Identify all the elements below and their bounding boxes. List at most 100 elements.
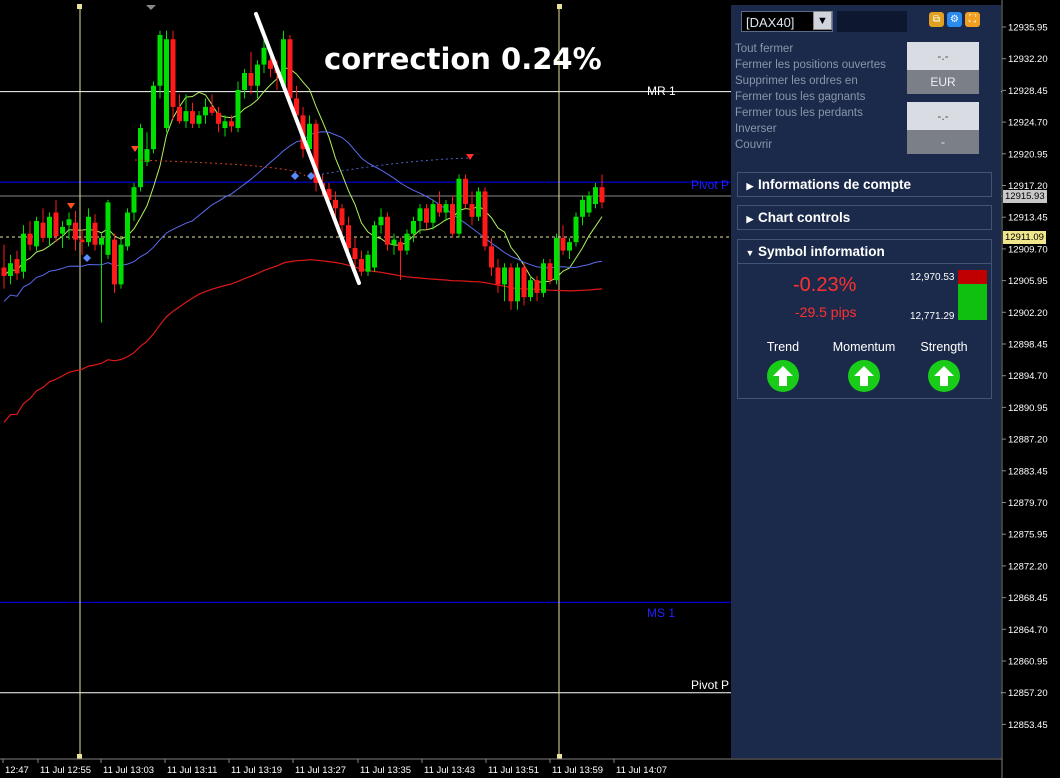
x-tick-label: 11 Jul 12:55: [40, 765, 91, 776]
candle-body: [456, 178, 462, 234]
candle-body: [287, 39, 293, 99]
caret-right-icon: ▶: [746, 214, 754, 224]
y-tick-label: 12924.70: [1008, 118, 1048, 129]
marker-handle[interactable]: [77, 754, 82, 759]
candle-body: [365, 254, 371, 272]
x-tick-label: 11 Jul 13:35: [360, 765, 411, 776]
y-tick-label: 12857.20: [1008, 688, 1048, 699]
candle-body: [521, 267, 527, 298]
candle-body: [534, 280, 540, 293]
section-account-info[interactable]: ▶ Informations de compte: [737, 172, 992, 197]
x-tick-label: 11 Jul 13:43: [424, 765, 475, 776]
y-tick-label: 12872.20: [1008, 561, 1048, 572]
y-tick-label: 12890.95: [1008, 403, 1048, 414]
candle-body: [79, 239, 85, 243]
price-axis[interactable]: 12935.95 12932.20 12928.45 12924.70 12920.95…: [1002, 23, 1048, 731]
candle-body: [47, 216, 52, 238]
y-tick-label: 12860.95: [1008, 657, 1048, 668]
action-close-open[interactable]: Fermer les positions ouvertes: [735, 57, 886, 73]
copy-icon[interactable]: ⧉: [929, 12, 944, 27]
candle-body: [105, 202, 111, 255]
candle-body: [339, 208, 345, 226]
x-tick-label: 11 Jul 13:19: [231, 765, 282, 776]
buy-currency: EUR: [907, 70, 979, 94]
y-tick-label: 12932.20: [1008, 54, 1048, 65]
change-pips: -29.5 pips: [795, 304, 857, 320]
candle-body: [151, 85, 156, 150]
candle-body: [547, 263, 553, 281]
marker-handle[interactable]: [77, 4, 82, 9]
action-hedge[interactable]: Couvrir: [735, 137, 886, 153]
level-label-mr1: MR 1: [647, 84, 676, 98]
candle-body: [92, 222, 98, 245]
candle-body: [66, 219, 72, 226]
candle-body: [34, 221, 39, 247]
candle-body: [8, 263, 13, 276]
candle-body: [157, 35, 163, 86]
buy-button[interactable]: -.- EUR: [907, 42, 979, 94]
candle-body: [60, 226, 65, 234]
action-close-all[interactable]: Tout fermer: [735, 41, 886, 57]
candle-body: [346, 225, 351, 249]
correction-annotation[interactable]: correction 0.24%: [324, 42, 602, 76]
caret-right-icon: ▶: [746, 181, 754, 191]
candle-body: [235, 89, 241, 129]
buy-price: -.-: [907, 42, 979, 70]
y-tick-label: 12935.95: [1008, 23, 1048, 34]
arrow-up-icon: [767, 360, 799, 392]
candle-body: [196, 115, 202, 124]
candle-body: [528, 280, 533, 298]
candle-body: [404, 233, 410, 251]
candle-body: [463, 178, 468, 205]
chevron-down-icon[interactable]: ▼: [813, 11, 832, 30]
candle-body: [86, 216, 91, 243]
level-label-pivot-low: Pivot P: [691, 678, 729, 692]
x-tick-label: 11 Jul 14:07: [616, 765, 667, 776]
indicator-momentum-label: Momentum: [832, 340, 896, 354]
candle-body: [209, 106, 215, 113]
marker-handle[interactable]: [557, 4, 562, 9]
candle-body: [554, 237, 559, 281]
y-tick-label: 12868.45: [1008, 593, 1048, 604]
y-tick-label: 12905.95: [1008, 276, 1048, 287]
candle-body: [131, 187, 137, 213]
candle-body: [482, 191, 488, 247]
candle-body: [125, 212, 130, 247]
action-close-winners[interactable]: Fermer tous les gagnants: [735, 89, 886, 105]
candle-body: [203, 106, 208, 116]
action-close-losers[interactable]: Fermer tous les perdants: [735, 105, 886, 121]
candle-body: [177, 106, 182, 122]
candle-body: [1, 267, 7, 276]
candle-body: [352, 248, 358, 260]
indicator-strength-label: Strength: [920, 340, 968, 354]
candle-body: [560, 237, 566, 251]
section-symbol-info[interactable]: ▼ Symbol information: [737, 239, 992, 264]
lot-size-input[interactable]: [837, 11, 907, 32]
candle-body: [40, 222, 46, 238]
action-reverse[interactable]: Inverser: [735, 121, 886, 137]
candle-body: [138, 128, 143, 188]
candle-body: [573, 216, 579, 243]
candle-body: [53, 212, 59, 237]
time-axis[interactable]: 12:47 11 Jul 12:55 11 Jul 13:03 11 Jul 13:1…: [2, 759, 667, 776]
sell-price: -.-: [907, 102, 979, 130]
y-tick-label: 12883.45: [1008, 466, 1048, 477]
candle-body: [391, 239, 397, 245]
sell-button[interactable]: -.- -: [907, 102, 979, 154]
gear-icon[interactable]: ⚙: [947, 12, 962, 27]
candle-body: [476, 191, 481, 217]
ask-price-tag: 12915.93: [1003, 190, 1047, 203]
candle-body: [443, 204, 449, 213]
candle-body: [515, 267, 520, 302]
section-chart-controls[interactable]: ▶ Chart controls: [737, 205, 992, 230]
y-tick-label: 12928.45: [1008, 86, 1048, 97]
candle-body: [14, 259, 20, 274]
action-delete-orders[interactable]: Supprimer les ordres en: [735, 73, 886, 89]
candle-body: [21, 233, 26, 272]
candle-body: [586, 195, 592, 213]
candle-body: [183, 111, 189, 122]
candle-body: [502, 267, 507, 285]
marker-handle[interactable]: [557, 754, 562, 759]
expand-icon[interactable]: ⛶: [965, 12, 980, 27]
candle-body: [417, 208, 423, 222]
